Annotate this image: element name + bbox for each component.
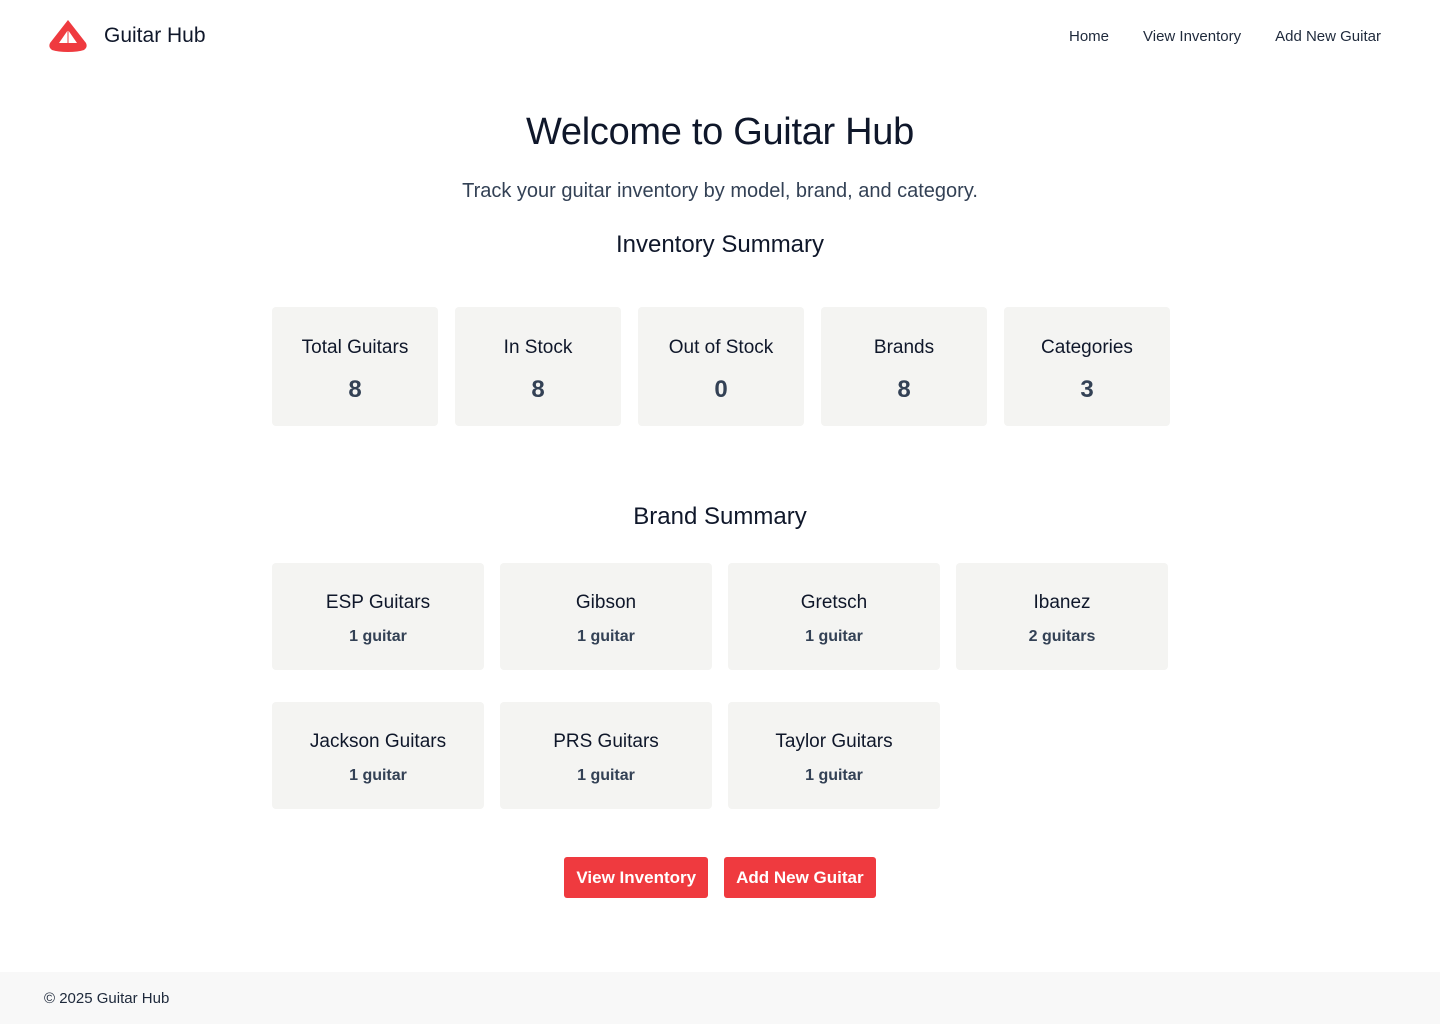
brand-card-name: Gibson (575, 592, 637, 613)
brand-card-name: ESP Guitars (325, 592, 431, 613)
stat-label: Categories (1041, 337, 1133, 358)
brand-summary-title: Brand Summary (633, 503, 807, 530)
brand-card-name: Taylor Guitars (775, 731, 893, 752)
stat-card-out-of-stock: Out of Stock 0 (638, 307, 804, 426)
inventory-summary-title: Inventory Summary (615, 231, 825, 258)
stat-label: Total Guitars (301, 337, 409, 358)
brand-summary-grid: ESP Guitars 1 guitar Gibson 1 guitar Gre… (272, 563, 1168, 809)
view-inventory-button[interactable]: View Inventory (564, 857, 709, 898)
stat-value: 3 (1080, 376, 1094, 403)
brand-card-name: Jackson Guitars (309, 731, 447, 752)
stat-label: Brands (873, 337, 935, 358)
nav-view-inventory-link[interactable]: View Inventory (1143, 28, 1241, 45)
stat-value: 8 (348, 376, 362, 403)
brand-card-count: 1 guitar (349, 767, 407, 784)
action-buttons: View Inventory Add New Guitar (564, 857, 876, 898)
brand-card-count: 1 guitar (577, 767, 635, 784)
brand-card-name: Gretsch (800, 592, 868, 613)
page: Guitar Hub Home View Inventory Add New G… (0, 0, 1440, 1024)
brand-card-prs-guitars: PRS Guitars 1 guitar (500, 702, 712, 809)
stat-card-total-guitars: Total Guitars 8 (272, 307, 438, 426)
main-nav: Home View Inventory Add New Guitar (1069, 28, 1381, 45)
brand-card-gretsch: Gretsch 1 guitar (728, 563, 940, 670)
inventory-stats: Total Guitars 8 In Stock 8 Out of Stock … (272, 307, 1170, 426)
stat-label: Out of Stock (668, 337, 774, 358)
brand[interactable]: Guitar Hub (48, 19, 206, 53)
stat-value: 0 (714, 376, 728, 403)
brand-card-taylor-guitars: Taylor Guitars 1 guitar (728, 702, 940, 809)
site-footer: © 2025 Guitar Hub (0, 972, 1440, 1024)
page-title: Welcome to Guitar Hub (526, 111, 914, 153)
footer-copyright: © 2025 Guitar Hub (44, 989, 170, 1007)
guitar-hub-logo-icon (49, 20, 87, 52)
stat-card-brands: Brands 8 (821, 307, 987, 426)
brand-card-name: PRS Guitars (553, 731, 659, 752)
brand-card-count: 1 guitar (805, 628, 863, 645)
add-new-guitar-button[interactable]: Add New Guitar (724, 857, 876, 898)
brand-card-jackson-guitars: Jackson Guitars 1 guitar (272, 702, 484, 809)
brand-card-count: 1 guitar (577, 628, 635, 645)
brand-card-ibanez: Ibanez 2 guitars (956, 563, 1168, 670)
main-content: Welcome to Guitar Hub Track your guitar … (0, 72, 1440, 898)
site-header: Guitar Hub Home View Inventory Add New G… (0, 0, 1440, 72)
brand-card-esp-guitars: ESP Guitars 1 guitar (272, 563, 484, 670)
stat-label: In Stock (503, 337, 573, 358)
page-subtitle: Track your guitar inventory by model, br… (462, 180, 978, 202)
brand-card-count: 2 guitars (1028, 628, 1096, 645)
brand-card-gibson: Gibson 1 guitar (500, 563, 712, 670)
stat-value: 8 (531, 376, 545, 403)
stat-value: 8 (897, 376, 911, 403)
stat-card-in-stock: In Stock 8 (455, 307, 621, 426)
nav-home-link[interactable]: Home (1069, 28, 1109, 45)
nav-add-new-guitar-link[interactable]: Add New Guitar (1275, 28, 1381, 45)
brand-name: Guitar Hub (104, 24, 206, 47)
stat-card-categories: Categories 3 (1004, 307, 1170, 426)
brand-card-name: Ibanez (1033, 592, 1091, 613)
brand-card-count: 1 guitar (349, 628, 407, 645)
brand-card-count: 1 guitar (805, 767, 863, 784)
